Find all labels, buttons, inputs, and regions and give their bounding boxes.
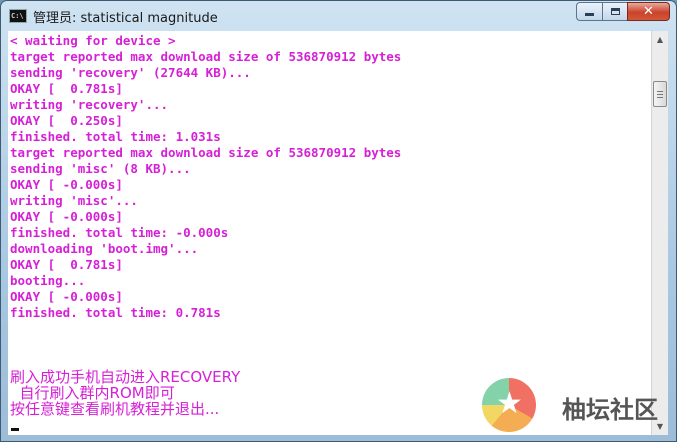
site-watermark: ★ 柚坛社区 <box>480 376 670 438</box>
console-line: finished. total time: 0.781s <box>10 305 221 320</box>
maximize-icon <box>610 8 620 15</box>
console-line: < waiting for device > <box>10 33 176 48</box>
console-line: OKAY [ 0.781s] <box>10 81 123 96</box>
grip-line <box>657 97 663 98</box>
console-line: target reported max download size of 536… <box>10 145 402 160</box>
text-cursor <box>11 428 19 431</box>
cmd-app-icon[interactable]: C:\ <box>9 9 27 23</box>
console-line: writing 'misc'... <box>10 193 138 208</box>
caption-buttons: ✕ <box>576 2 670 22</box>
console-line: OKAY [ -0.000s] <box>10 177 123 192</box>
grip-line <box>657 94 663 95</box>
maximize-button[interactable] <box>602 2 627 21</box>
console-line: OKAY [ 0.781s] <box>10 257 123 272</box>
press-any-key-prompt: 按任意键查看刷机教程并退出... <box>10 400 220 418</box>
console-line: finished. total time: -0.000s <box>10 225 229 240</box>
flash-rom-hint: 自行刷入群内ROM即可 <box>10 384 175 402</box>
console-line: sending 'recovery' (27644 KB)... <box>10 65 251 80</box>
vertical-scrollbar[interactable]: ▲ ▼ <box>651 31 668 435</box>
window-title: 管理员: statistical magnitude <box>33 11 218 26</box>
console-line: OKAY [ -0.000s] <box>10 289 123 304</box>
watermark-logo-icon: ★ <box>482 378 536 432</box>
scrollbar-thumb[interactable] <box>653 81 667 107</box>
title-bar[interactable]: C:\ 管理员: statistical magnitude ✕ <box>1 1 676 31</box>
grip-line <box>657 91 663 92</box>
close-icon: ✕ <box>643 4 654 19</box>
console-line: OKAY [ -0.000s] <box>10 209 123 224</box>
close-button[interactable]: ✕ <box>627 2 670 21</box>
scroll-up-arrow-icon[interactable]: ▲ <box>652 31 668 48</box>
console-line: finished. total time: 1.031s <box>10 129 221 144</box>
console-line: writing 'recovery'... <box>10 97 169 112</box>
console-output[interactable]: < waiting for device > target reported m… <box>8 31 651 435</box>
watermark-text: 柚坛社区 <box>562 396 658 424</box>
console-line: sending 'misc' (8 KB)... <box>10 161 191 176</box>
console-line: OKAY [ 0.250s] <box>10 113 123 128</box>
minimize-button[interactable] <box>576 2 602 21</box>
console-line: target reported max download size of 536… <box>10 49 402 64</box>
console-line: downloading 'boot.img'... <box>10 241 199 256</box>
console-line: booting... <box>10 273 86 288</box>
star-icon: ★ <box>496 386 523 421</box>
flash-success-message: 刷入成功手机自动进入RECOVERY <box>10 368 241 386</box>
minimize-icon <box>585 13 594 16</box>
